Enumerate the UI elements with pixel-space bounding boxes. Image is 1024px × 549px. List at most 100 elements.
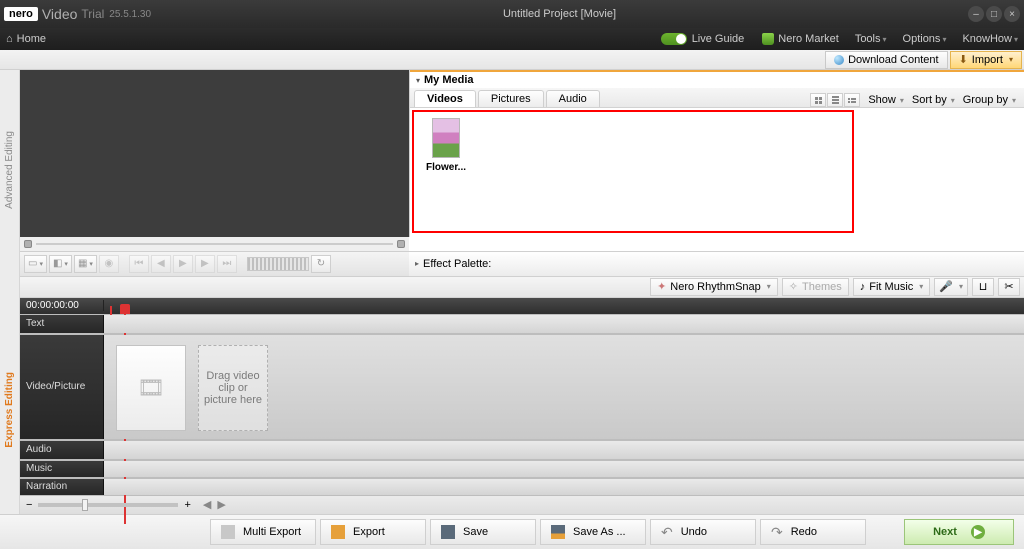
scroll-left-icon[interactable]: ◀ [203,498,211,511]
cut-button[interactable]: ✂ [998,278,1020,296]
track-music: Music [20,460,1024,478]
rhythmsnap-button[interactable]: ✦ Nero RhythmSnap ▾ [650,278,778,296]
maximize-button[interactable]: □ [986,6,1002,22]
fit-music-button[interactable]: ♪ Fit Music ▾ [853,278,931,296]
scroll-right-icon[interactable]: ▶ [217,498,225,511]
close-button[interactable]: × [1004,6,1020,22]
loop-button[interactable]: ↻ [311,255,331,273]
options-menu[interactable]: Options▾ [903,33,947,45]
download-content-button[interactable]: Download Content [825,51,948,69]
download-label: Download Content [848,54,939,66]
effect-palette-label: Effect Palette: [423,258,491,270]
playback-toolbar: ▭▾ ◧▾ ▦▾ ◉ ⏮ ◀ ▶ ▶ ⏭ ↻ [20,251,409,276]
show-filter[interactable]: Show▾ [868,94,904,106]
group-filter[interactable]: Group by▾ [963,94,1016,106]
track-body-narration[interactable] [104,479,1024,495]
nero-market-button[interactable]: Nero Market [762,33,839,45]
effect-palette-header[interactable]: ▸ Effect Palette: [409,251,1024,276]
magnet-button[interactable]: ⊔ [972,278,994,296]
step-fwd-button[interactable]: ▶ [195,255,215,273]
tools-menu[interactable]: Tools▾ [855,33,887,45]
timeline-tools-row: ✦ Nero RhythmSnap ▾ ✧ Themes ♪ Fit Music… [20,277,1024,298]
track-body-text[interactable] [104,315,1024,333]
mic-icon: 🎤 [939,280,953,293]
play-button[interactable]: ▶ [173,255,193,273]
media-header[interactable]: ▾ My Media [410,70,1024,88]
multi-export-label: Multi Export [243,526,301,538]
live-guide-label: Live Guide [692,33,745,45]
chevron-down-icon: ▾ [767,282,771,291]
import-button[interactable]: ⬇ Import ▾ [950,51,1022,69]
home-button[interactable]: ⌂ Home [6,33,46,45]
view-detail-button[interactable] [844,93,860,107]
zoom-in-icon[interactable]: + [184,499,190,511]
save-as-label: Save As ... [573,526,626,538]
media-title: My Media [424,74,474,86]
advanced-editing-tab[interactable]: Advanced Editing [0,70,19,270]
view-list-button[interactable] [827,93,843,107]
camera-button[interactable]: ◉ [99,255,119,273]
knowhow-menu[interactable]: KnowHow▾ [962,33,1018,45]
live-guide-toggle[interactable]: Live Guide [661,33,745,45]
preview-scrubber[interactable] [20,237,409,251]
save-as-icon [551,525,565,539]
dropzone-label: Drag video clip or picture here [203,370,263,406]
minimize-button[interactable]: – [968,6,984,22]
zoom-out-icon[interactable]: − [26,499,32,511]
brand-version: 25.5.1.30 [109,9,151,20]
brand-trial: Trial [81,7,104,21]
drop-zone[interactable]: Drag video clip or picture here [198,345,268,431]
undo-button[interactable]: ↶ Undo [650,519,756,545]
multi-export-button[interactable]: Multi Export [210,519,316,545]
home-label: Home [17,33,46,45]
project-title: Untitled Project [Movie] [151,8,968,20]
themes-button[interactable]: ✧ Themes [782,278,849,296]
step-back-button[interactable]: ◀ [151,255,171,273]
save-as-button[interactable]: Save As ... [540,519,646,545]
export-button[interactable]: Export [320,519,426,545]
settings-button[interactable]: ▦▾ [74,255,97,273]
view-grid-button[interactable] [810,93,826,107]
mic-button[interactable]: 🎤▾ [934,278,968,296]
redo-label: Redo [791,526,817,538]
track-label-text: Text [20,315,104,333]
add-clip-button[interactable]: 🎞 [116,345,186,431]
next-frame-button[interactable]: ⏭ [217,255,237,273]
display-button[interactable]: ▭▾ [24,255,47,273]
track-body-vp[interactable]: 🎞 Drag video clip or picture here [104,335,1024,439]
media-panel: ▾ My Media Videos Pictures Audio Show▾ [409,70,1024,237]
zoom-slider[interactable] [38,503,178,507]
volume-meter[interactable] [247,257,309,271]
scrub-track [36,243,393,245]
tab-videos[interactable]: Videos [414,90,476,107]
redo-button[interactable]: ↷ Redo [760,519,866,545]
express-editing-tab[interactable]: Express Editing [0,306,19,514]
snapshot-button[interactable]: ◧▾ [49,255,72,273]
timeline-header: 00:00:00:00 [20,298,1024,314]
track-text: Text [20,314,1024,334]
track-label-music: Music [20,461,104,477]
track-body-music[interactable] [104,461,1024,477]
options-label: Options [903,33,941,45]
scrub-handle-icon [24,240,32,248]
track-label-narration: Narration [20,479,104,495]
chevron-down-icon: ▾ [919,282,923,291]
wand-icon: ✦ [657,280,666,293]
left-rail: Advanced Editing Express Editing [0,70,20,514]
main-area: Advanced Editing Express Editing ▾ My Me… [0,70,1024,514]
save-icon [441,525,455,539]
sort-filter[interactable]: Sort by▾ [912,94,955,106]
export-icon [331,525,345,539]
window-controls: – □ × [968,6,1020,22]
tab-pictures[interactable]: Pictures [478,90,544,107]
prev-frame-button[interactable]: ⏮ [129,255,149,273]
playhead-icon[interactable] [120,304,130,314]
brand-badge: nero [4,7,38,21]
next-button[interactable]: Next ▶ [904,519,1014,545]
save-button[interactable]: Save [430,519,536,545]
express-editing-label: Express Editing [1,366,18,454]
tab-audio[interactable]: Audio [546,90,600,107]
track-body-audio[interactable] [104,441,1024,459]
undo-label: Undo [681,526,707,538]
save-label: Save [463,526,488,538]
